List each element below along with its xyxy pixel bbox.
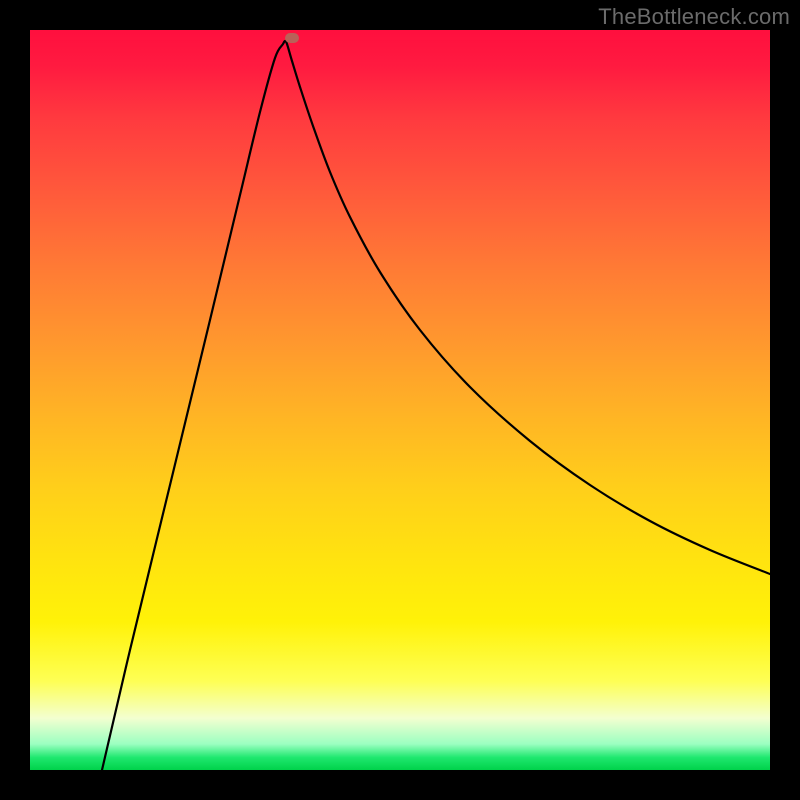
plot-area bbox=[30, 30, 770, 770]
gradient-background bbox=[30, 30, 770, 770]
chart-stage: TheBottleneck.com bbox=[0, 0, 800, 800]
optimum-marker bbox=[285, 33, 299, 43]
attribution-text: TheBottleneck.com bbox=[598, 4, 790, 30]
